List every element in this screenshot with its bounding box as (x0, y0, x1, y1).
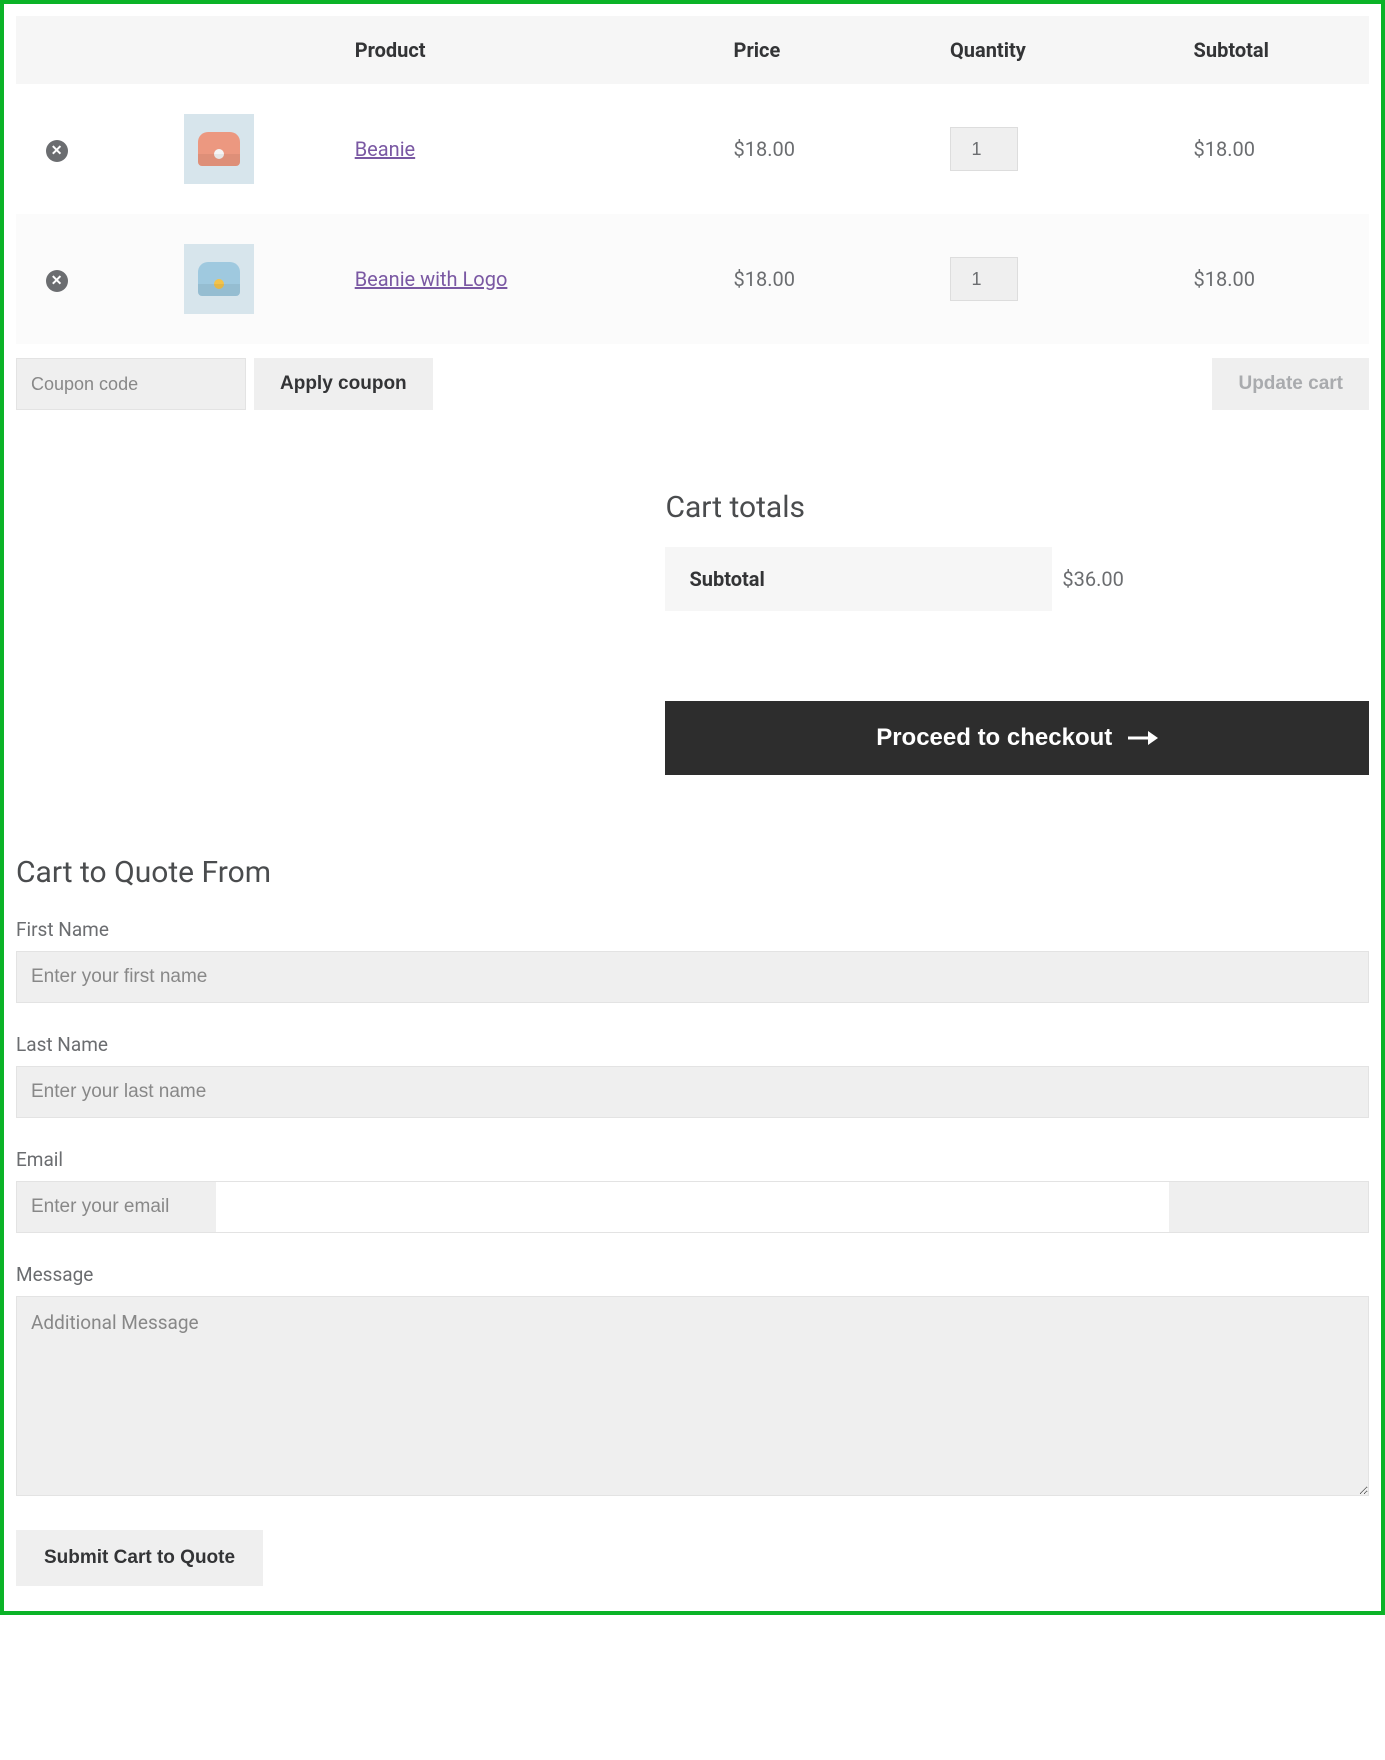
email-field-addon (1169, 1181, 1369, 1233)
close-icon: ✕ (51, 143, 63, 159)
header-product: Product (341, 16, 720, 84)
submit-quote-button[interactable]: Submit Cart to Quote (16, 1530, 263, 1586)
first-name-label: First Name (16, 918, 1369, 941)
apply-coupon-button[interactable]: Apply coupon (254, 358, 433, 410)
quote-form-title: Cart to Quote From (16, 855, 1369, 890)
product-price: $18.00 (720, 84, 936, 214)
email-input[interactable] (16, 1181, 216, 1233)
last-name-label: Last Name (16, 1033, 1369, 1056)
product-link[interactable]: Beanie (355, 137, 415, 161)
cart-table: Product Price Quantity Subtotal ✕ Beanie… (16, 16, 1369, 344)
checkout-button-label: Proceed to checkout (876, 724, 1112, 752)
quantity-input[interactable] (950, 127, 1018, 171)
coupon-input[interactable] (16, 358, 246, 410)
last-name-input[interactable] (16, 1066, 1369, 1118)
first-name-input[interactable] (16, 951, 1369, 1003)
header-quantity: Quantity (936, 16, 1180, 84)
update-cart-button[interactable]: Update cart (1212, 358, 1369, 410)
remove-item-button[interactable]: ✕ (46, 140, 68, 162)
email-label: Email (16, 1148, 1369, 1171)
remove-item-button[interactable]: ✕ (46, 270, 68, 292)
product-subtotal: $18.00 (1180, 84, 1369, 214)
subtotal-label: Subtotal (665, 547, 1052, 611)
product-subtotal: $18.00 (1180, 214, 1369, 344)
beanie-icon (198, 262, 240, 296)
product-thumbnail[interactable] (184, 114, 254, 184)
beanie-icon (198, 132, 240, 166)
product-link[interactable]: Beanie with Logo (355, 267, 508, 291)
close-icon: ✕ (51, 273, 63, 289)
header-subtotal: Subtotal (1180, 16, 1369, 84)
cart-row: ✕ Beanie with Logo $18.00 $18.00 (16, 214, 1369, 344)
email-field-spacer (216, 1181, 1169, 1233)
message-label: Message (16, 1263, 1369, 1286)
cart-totals-title: Cart totals (665, 490, 1369, 525)
quantity-input[interactable] (950, 257, 1018, 301)
header-price: Price (720, 16, 936, 84)
cart-totals: Cart totals Subtotal $36.00 Proceed to c… (665, 490, 1369, 775)
message-textarea[interactable] (16, 1296, 1369, 1496)
product-price: $18.00 (720, 214, 936, 344)
proceed-to-checkout-button[interactable]: Proceed to checkout (665, 701, 1369, 775)
arrow-right-icon (1128, 731, 1158, 745)
cart-actions: Apply coupon Update cart (16, 358, 1369, 410)
cart-row: ✕ Beanie $18.00 $18.00 (16, 84, 1369, 214)
subtotal-value: $36.00 (1062, 567, 1123, 591)
product-thumbnail[interactable] (184, 244, 254, 314)
